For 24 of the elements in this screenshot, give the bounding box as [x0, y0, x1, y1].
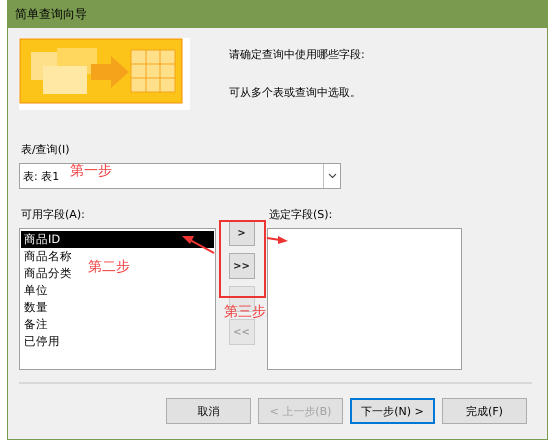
arrow: [182, 236, 214, 254]
annotation-text: 第二步: [88, 258, 130, 276]
wizard-button[interactable]: 完成(F): [442, 398, 527, 424]
annotation-text: 第三步: [224, 303, 266, 321]
list-item[interactable]: 数量: [21, 299, 51, 316]
chevron-down-icon: [328, 173, 336, 179]
move-button[interactable]: >>: [228, 253, 254, 279]
move-button[interactable]: >: [228, 220, 254, 246]
wizard-button[interactable]: 取消: [166, 398, 251, 424]
list-item[interactable]: 备注: [21, 316, 51, 333]
wizard-button[interactable]: 下一步(N) >: [350, 398, 435, 424]
field-label: 表/查询(I): [21, 142, 71, 157]
list-item[interactable]: 单位: [21, 282, 51, 299]
field-label: 可用字段(A):: [21, 207, 86, 222]
annotation-text: 第一步: [70, 162, 112, 180]
list-item[interactable]: 商品分类: [21, 265, 75, 282]
window-title: 简单查询向导: [8, 0, 547, 28]
instruction-text: 请确定查询中使用哪些字段:: [229, 47, 365, 62]
field-label: 选定字段(S):: [269, 207, 334, 222]
list-item[interactable]: 商品名称: [21, 248, 75, 265]
instruction-text: 可从多个表或查询中选取。: [229, 85, 362, 100]
list-item[interactable]: 商品ID: [21, 231, 214, 248]
arrow: [266, 236, 288, 244]
list-item[interactable]: 已停用: [21, 333, 63, 350]
